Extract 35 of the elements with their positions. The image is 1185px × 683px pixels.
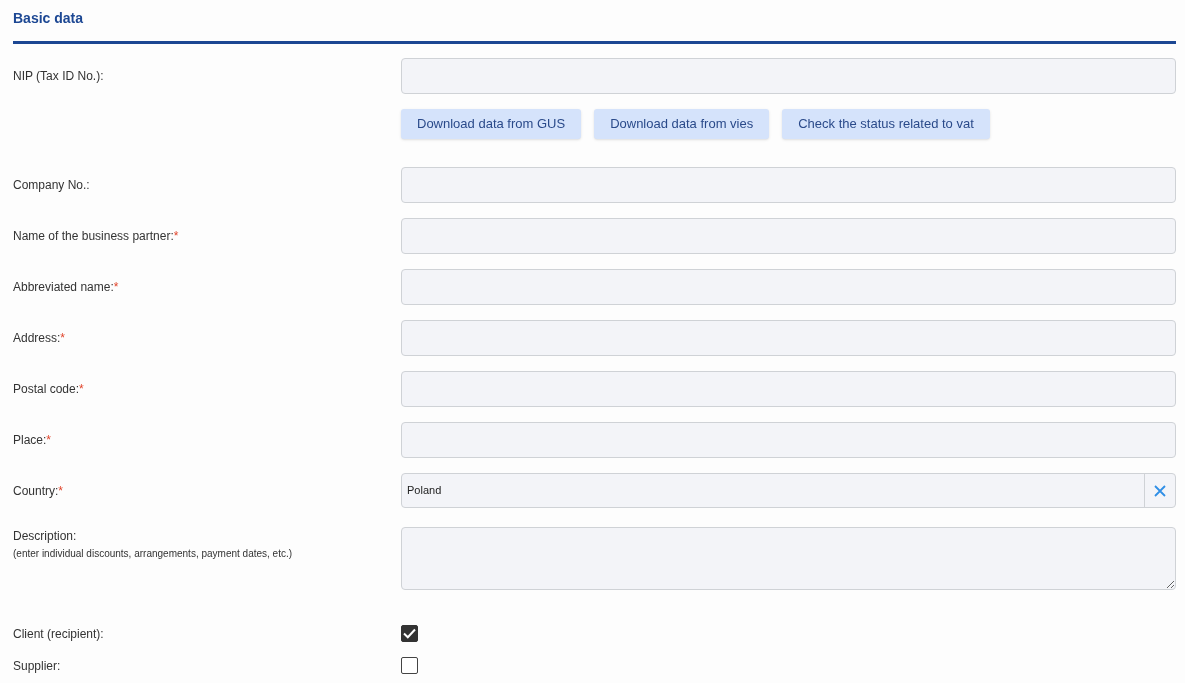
section-title: Basic data: [13, 9, 85, 27]
action-button[interactable]: Download data from vies: [594, 109, 770, 139]
action-button[interactable]: Check the status related to vat: [782, 109, 990, 139]
field-label: Place:: [13, 432, 47, 448]
field-label: Abbreviated name:: [13, 279, 114, 295]
required-mark: *: [173, 228, 179, 244]
text-input[interactable]: [401, 371, 1176, 407]
field-label: Name of the business partner:: [13, 228, 174, 244]
checkbox[interactable]: [401, 657, 418, 674]
text-input[interactable]: [401, 167, 1176, 203]
text-input[interactable]: [401, 58, 1176, 94]
field-hint: (enter individual discounts, arrangements, payment dates, etc.): [13, 547, 293, 561]
text-input[interactable]: [401, 269, 1176, 305]
field-label: Company No.:: [13, 177, 90, 193]
required-mark: *: [58, 482, 64, 499]
required-mark: *: [60, 330, 66, 346]
text-input[interactable]: [401, 320, 1176, 356]
field-label: NIP (Tax ID No.):: [13, 68, 104, 84]
field-label: Supplier:: [13, 658, 61, 674]
field-label: Country:: [13, 482, 59, 499]
clear-icon[interactable]: [1154, 484, 1166, 497]
field-label: Address:: [13, 330, 61, 346]
field-label: Postal code:: [13, 381, 80, 397]
text-input[interactable]: [401, 218, 1176, 254]
required-mark: *: [46, 432, 52, 448]
description-textarea[interactable]: [401, 527, 1176, 590]
action-button[interactable]: Download data from GUS: [401, 109, 582, 139]
text-input[interactable]: [401, 422, 1176, 458]
field-label: Client (recipient):: [13, 626, 104, 642]
field-label: Description:: [13, 528, 77, 544]
required-mark: *: [79, 381, 84, 397]
required-mark: *: [113, 279, 119, 295]
select-value: Poland: [406, 483, 443, 499]
country-select[interactable]: Poland: [401, 473, 1176, 508]
checkbox[interactable]: [401, 625, 418, 642]
